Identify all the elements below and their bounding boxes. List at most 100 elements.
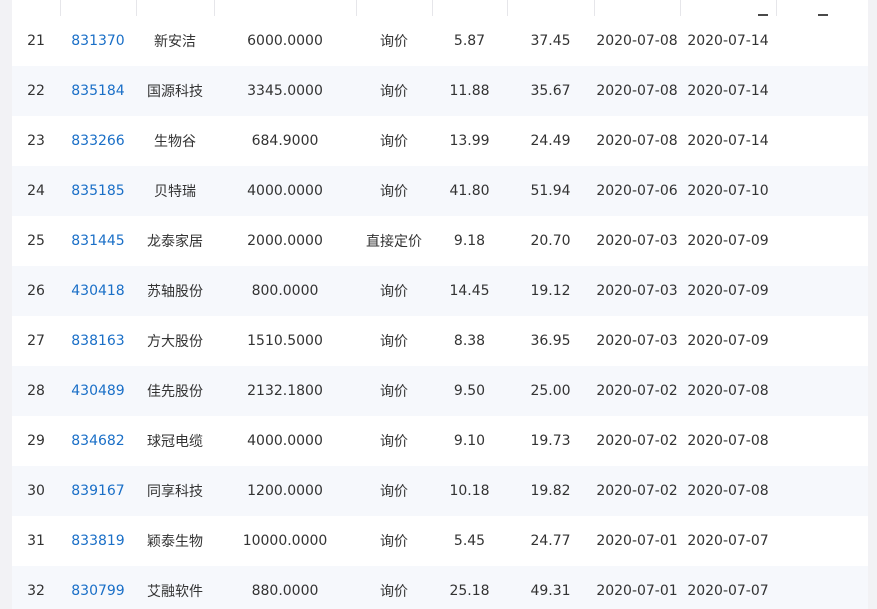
subscription-date: 2020-07-03 [594, 316, 680, 366]
header-cell [60, 0, 137, 16]
issue-price: 9.18 [432, 216, 507, 266]
stock-code-cell: 835185 [60, 166, 136, 216]
table-row: 21 831370 新安洁 6000.0000 询价 5.87 37.45 20… [12, 16, 868, 66]
ipo-table-container[interactable]: 21 831370 新安洁 6000.0000 询价 5.87 37.45 20… [12, 0, 868, 609]
table-row: 31 833819 颖泰生物 10000.0000 询价 5.45 24.77 … [12, 516, 868, 566]
row-number: 30 [12, 466, 60, 516]
stock-name: 同享科技 [136, 466, 214, 516]
empty-cell [776, 66, 868, 116]
table-row: 28 430489 佳先股份 2132.1800 询价 9.50 25.00 2… [12, 366, 868, 416]
stock-name: 颖泰生物 [136, 516, 214, 566]
pe-ratio: 20.70 [507, 216, 594, 266]
result-date: 2020-07-10 [680, 166, 776, 216]
stock-code-link[interactable]: 430418 [71, 283, 124, 299]
table-row: 32 830799 艾融软件 880.0000 询价 25.18 49.31 2… [12, 566, 868, 609]
stock-code-link[interactable]: 831445 [71, 233, 124, 249]
row-number: 25 [12, 216, 60, 266]
stock-code-link[interactable]: 834682 [71, 433, 124, 449]
stock-name: 国源科技 [136, 66, 214, 116]
empty-cell [776, 566, 868, 609]
stock-name: 苏轴股份 [136, 266, 214, 316]
row-number: 27 [12, 316, 60, 366]
issue-method: 询价 [356, 566, 432, 609]
result-date: 2020-07-07 [680, 516, 776, 566]
row-number: 24 [12, 166, 60, 216]
pe-ratio: 19.73 [507, 416, 594, 466]
stock-name: 贝特瑞 [136, 166, 214, 216]
issue-shares: 2132.1800 [214, 366, 356, 416]
subscription-date: 2020-07-01 [594, 566, 680, 609]
stock-code-link[interactable]: 835184 [71, 83, 124, 99]
row-number: 31 [12, 516, 60, 566]
result-date: 2020-07-08 [680, 466, 776, 516]
header-cell [12, 0, 61, 16]
result-date: 2020-07-09 [680, 316, 776, 366]
issue-price: 13.99 [432, 116, 507, 166]
issue-method: 询价 [356, 66, 432, 116]
pe-ratio: 25.00 [507, 366, 594, 416]
pe-ratio: 24.49 [507, 116, 594, 166]
table-row: 29 834682 球冠电缆 4000.0000 询价 9.10 19.73 2… [12, 416, 868, 466]
issue-price: 10.18 [432, 466, 507, 516]
result-date: 2020-07-14 [680, 66, 776, 116]
result-date: 2020-07-07 [680, 566, 776, 609]
stock-code-link[interactable]: 833266 [71, 133, 124, 149]
header-cell-sortable[interactable] [680, 0, 777, 16]
stock-code-link[interactable]: 839167 [71, 483, 124, 499]
page: 21 831370 新安洁 6000.0000 询价 5.87 37.45 20… [0, 0, 877, 609]
row-number: 26 [12, 266, 60, 316]
header-cell [136, 0, 215, 16]
stock-code-link[interactable]: 835185 [71, 183, 124, 199]
result-date: 2020-07-14 [680, 16, 776, 66]
empty-cell [776, 266, 868, 316]
pe-ratio: 19.12 [507, 266, 594, 316]
issue-shares: 4000.0000 [214, 416, 356, 466]
table-row: 25 831445 龙泰家居 2000.0000 直接定价 9.18 20.70… [12, 216, 868, 266]
empty-cell [776, 216, 868, 266]
stock-code-cell: 838163 [60, 316, 136, 366]
stock-code-link[interactable]: 830799 [71, 583, 124, 599]
subscription-date: 2020-07-08 [594, 16, 680, 66]
issue-method: 询价 [356, 166, 432, 216]
stock-code-link[interactable]: 831370 [71, 33, 124, 49]
subscription-date: 2020-07-08 [594, 66, 680, 116]
issue-price: 5.45 [432, 516, 507, 566]
row-number: 29 [12, 416, 60, 466]
pe-ratio: 51.94 [507, 166, 594, 216]
issue-shares: 800.0000 [214, 266, 356, 316]
sort-indicator-icon[interactable] [818, 14, 828, 16]
stock-code-cell: 833819 [60, 516, 136, 566]
table-row: 27 838163 方大股份 1510.5000 询价 8.38 36.95 2… [12, 316, 868, 366]
row-number: 32 [12, 566, 60, 609]
stock-name: 佳先股份 [136, 366, 214, 416]
result-date: 2020-07-09 [680, 266, 776, 316]
issue-shares: 10000.0000 [214, 516, 356, 566]
stock-code-link[interactable]: 833819 [71, 533, 124, 549]
sort-indicator-icon[interactable] [757, 14, 768, 16]
result-date: 2020-07-08 [680, 416, 776, 466]
empty-cell [776, 116, 868, 166]
header-cell-sortable[interactable] [776, 0, 868, 16]
empty-cell [776, 316, 868, 366]
empty-cell [776, 366, 868, 416]
issue-shares: 4000.0000 [214, 166, 356, 216]
table-row: 30 839167 同享科技 1200.0000 询价 10.18 19.82 … [12, 466, 868, 516]
subscription-date: 2020-07-06 [594, 166, 680, 216]
header-cell [594, 0, 681, 16]
pe-ratio: 37.45 [507, 16, 594, 66]
issue-method: 直接定价 [356, 216, 432, 266]
stock-code-link[interactable]: 838163 [71, 333, 124, 349]
stock-code-link[interactable]: 430489 [71, 383, 124, 399]
issue-shares: 6000.0000 [214, 16, 356, 66]
issue-price: 25.18 [432, 566, 507, 609]
pe-ratio: 24.77 [507, 516, 594, 566]
stock-name: 球冠电缆 [136, 416, 214, 466]
table-row: 26 430418 苏轴股份 800.0000 询价 14.45 19.12 2… [12, 266, 868, 316]
result-date: 2020-07-08 [680, 366, 776, 416]
empty-cell [776, 16, 868, 66]
subscription-date: 2020-07-02 [594, 466, 680, 516]
issue-shares: 1510.5000 [214, 316, 356, 366]
subscription-date: 2020-07-03 [594, 266, 680, 316]
empty-cell [776, 516, 868, 566]
stock-name: 艾融软件 [136, 566, 214, 609]
